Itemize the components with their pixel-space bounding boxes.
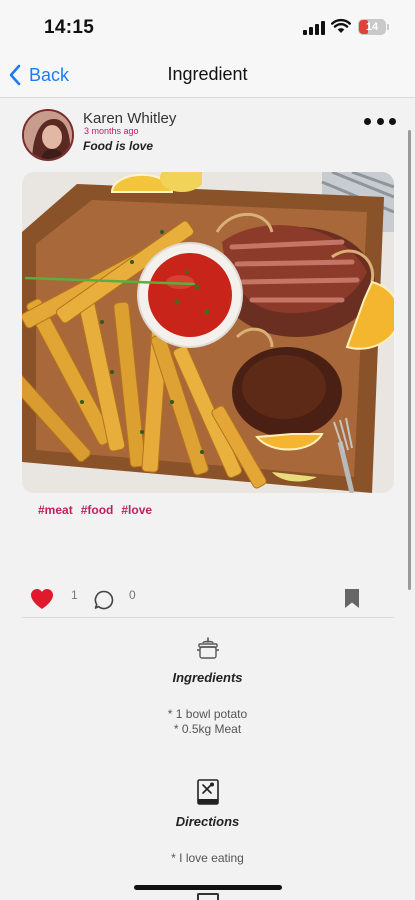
- comment-icon[interactable]: [94, 590, 114, 610]
- recipe-book-icon: [197, 779, 219, 805]
- comment-count: 0: [129, 588, 136, 602]
- cooking-pot-icon: [197, 637, 219, 659]
- navigation-bar: Back Ingredient: [0, 52, 415, 98]
- battery-icon: 14: [358, 19, 386, 35]
- battery-level: 14: [365, 21, 379, 33]
- post-image[interactable]: [22, 172, 394, 493]
- more-dot-icon: [389, 117, 396, 125]
- like-count: 1: [71, 588, 78, 602]
- divider: [22, 617, 394, 618]
- cellular-signal-icon: [303, 21, 325, 35]
- directions-title: Directions: [175, 814, 240, 829]
- scrollbar[interactable]: [408, 130, 411, 590]
- home-indicator[interactable]: [134, 885, 282, 890]
- page-title: Ingredient: [167, 64, 248, 84]
- section-icon-partial: [197, 893, 219, 900]
- bookmark-icon[interactable]: [344, 588, 360, 609]
- tag-love[interactable]: #love: [121, 503, 152, 517]
- tag-food[interactable]: #food: [81, 503, 114, 517]
- tag-meat[interactable]: #meat: [38, 503, 73, 517]
- post-caption: Food is love: [83, 139, 154, 153]
- more-dot-icon: [376, 117, 384, 125]
- more-options-button[interactable]: [364, 113, 396, 129]
- avatar[interactable]: [22, 109, 74, 161]
- ingredients-title: Ingredients: [172, 670, 243, 685]
- heart-icon[interactable]: [30, 588, 54, 610]
- tag-list: #meat #food #love: [38, 503, 152, 517]
- status-bar: 14:15 14: [0, 0, 415, 52]
- wifi-icon: [331, 18, 351, 33]
- direction-item: * I love eating: [171, 851, 244, 865]
- post-time-ago: 3 months ago: [84, 126, 139, 136]
- ingredient-item: * 1 bowl potato: [167, 707, 248, 721]
- status-time: 14:15: [44, 17, 95, 38]
- ingredient-item: * 0.5kg Meat: [173, 722, 242, 736]
- author-name[interactable]: Karen Whitley: [83, 110, 176, 127]
- more-dot-icon: [364, 117, 371, 125]
